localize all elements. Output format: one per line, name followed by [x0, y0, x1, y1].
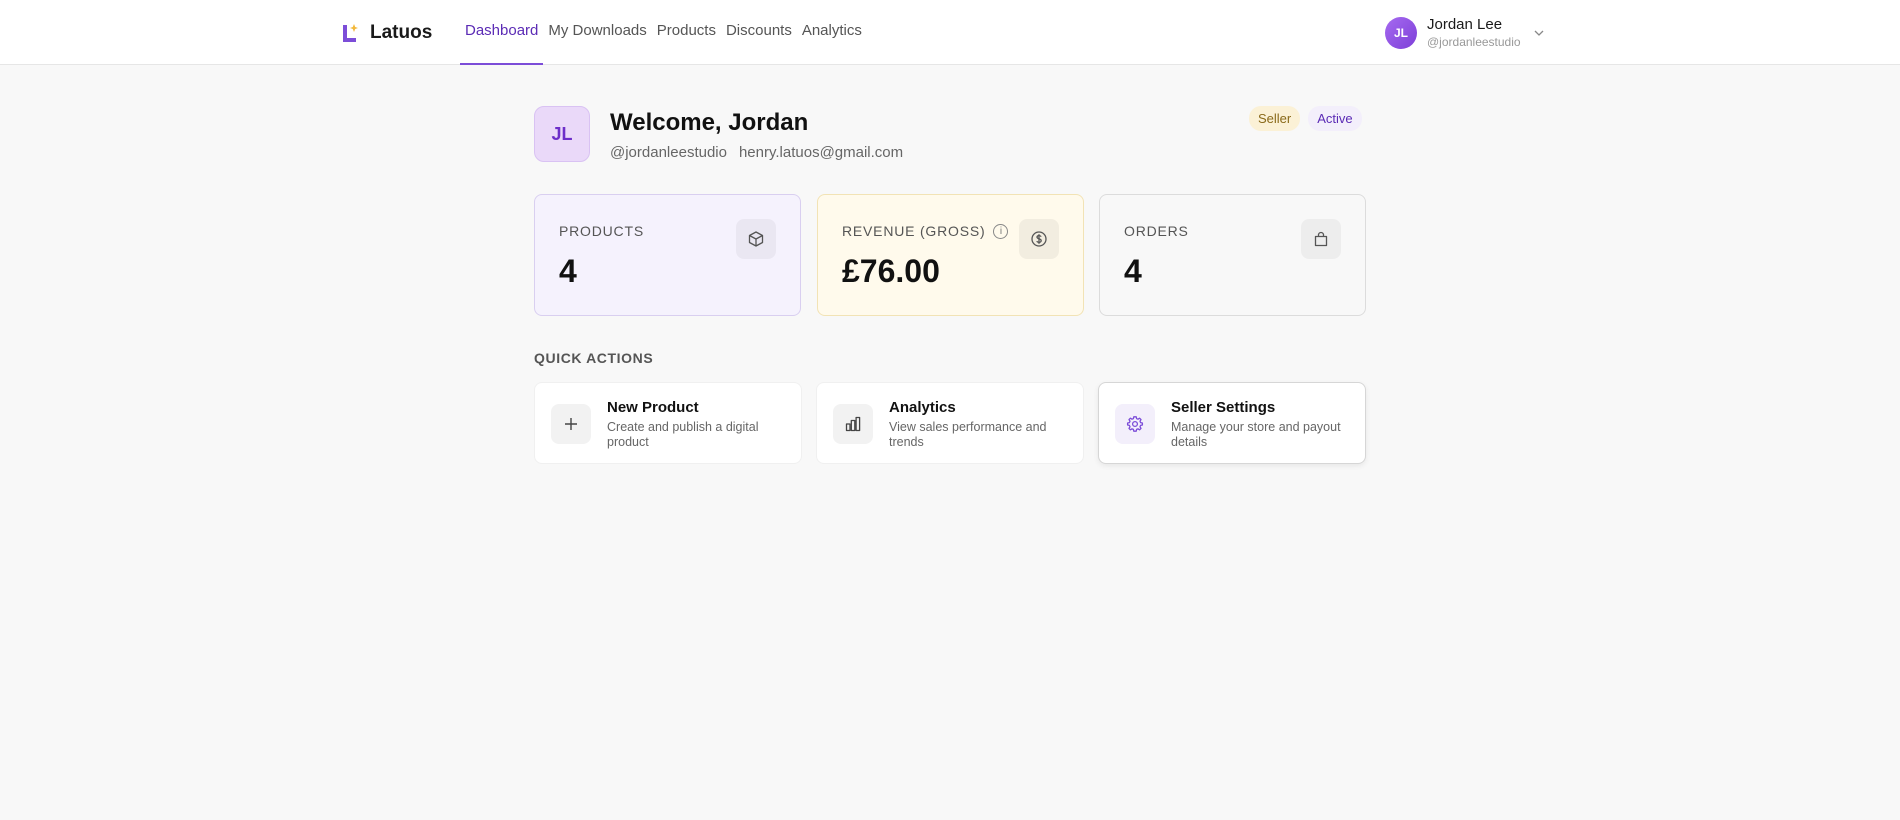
user-name: Jordan Lee	[1427, 16, 1503, 34]
dollar-circle-icon	[1019, 219, 1059, 259]
user-handle: @jordanleestudio	[1427, 34, 1521, 49]
bar-chart-icon	[833, 404, 873, 444]
avatar: JL	[1385, 17, 1417, 49]
nav-item-analytics[interactable]: Analytics	[797, 0, 867, 63]
revenue-stat-card: REVENUE (GROSS) i £76.00	[817, 194, 1084, 316]
stat-label: PRODUCTS	[559, 223, 644, 239]
plus-icon	[551, 404, 591, 444]
chevron-down-icon	[1534, 30, 1544, 36]
action-title: Analytics	[889, 399, 956, 416]
brand-name: Latuos	[370, 22, 433, 43]
nav-item-my-downloads[interactable]: My Downloads	[543, 0, 651, 63]
stat-value: 4	[559, 253, 577, 289]
status-badge: Active	[1308, 106, 1362, 131]
nav-item-products[interactable]: Products	[652, 0, 721, 63]
seller-badge: Seller	[1249, 106, 1301, 131]
profile-avatar: JL	[534, 106, 590, 162]
quick-actions-heading: QUICK ACTIONS	[534, 350, 654, 366]
page-title: Welcome, Jordan	[610, 109, 809, 136]
action-description: Create and publish a digital product	[607, 420, 759, 449]
products-stat-card: PRODUCTS 4	[534, 194, 801, 316]
user-menu[interactable]: JL Jordan Lee @jordanleestudio	[1385, 17, 1545, 49]
stat-label: ORDERS	[1124, 223, 1189, 239]
analytics-action[interactable]: Analytics View sales performance and tre…	[816, 382, 1084, 464]
action-title: Seller Settings	[1171, 399, 1276, 416]
stat-value: £76.00	[842, 253, 940, 289]
gear-icon	[1115, 404, 1155, 444]
main-nav: Dashboard My Downloads Products Discount…	[460, 0, 867, 65]
new-product-action[interactable]: New Product Create and publish a digital…	[534, 382, 802, 464]
action-description: Manage your store and payout details	[1171, 420, 1341, 449]
stat-label: REVENUE (GROSS)	[842, 223, 986, 239]
profile-details: @jordanleestudio henry.latuos@gmail.com	[610, 144, 903, 161]
action-title: New Product	[607, 399, 699, 416]
stat-label-row: REVENUE (GROSS) i	[842, 223, 1009, 239]
stat-value: 4	[1124, 253, 1142, 289]
shopping-bag-icon	[1301, 219, 1341, 259]
status-badges: Seller Active	[1249, 106, 1362, 131]
top-navigation-bar: Latuos Dashboard My Downloads Products D…	[0, 0, 1900, 65]
latuos-logo-icon	[343, 24, 358, 42]
box-icon	[736, 219, 776, 259]
orders-stat-card: ORDERS 4	[1099, 194, 1366, 316]
seller-settings-action[interactable]: Seller Settings Manage your store and pa…	[1098, 382, 1366, 464]
profile-email: henry.latuos@gmail.com	[738, 144, 904, 161]
nav-item-discounts[interactable]: Discounts	[721, 0, 797, 63]
nav-item-dashboard[interactable]: Dashboard	[460, 0, 544, 65]
info-icon[interactable]: i	[993, 223, 1009, 239]
action-description: View sales performance and trends	[889, 420, 1047, 449]
profile-handle: @jordanleestudio	[610, 144, 727, 161]
brand-logo[interactable]: Latuos	[343, 22, 432, 44]
